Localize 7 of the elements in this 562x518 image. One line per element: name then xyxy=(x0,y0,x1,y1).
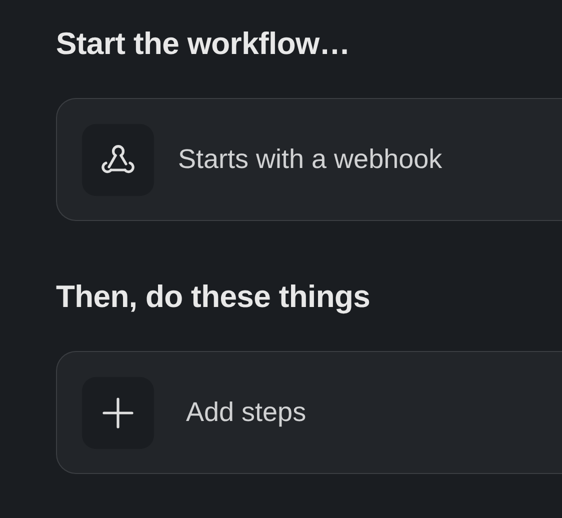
step-label: Starts with a webhook xyxy=(178,143,442,176)
step-card[interactable]: Starts with a webhook xyxy=(56,98,562,221)
section-heading: Then, do these things xyxy=(56,278,372,316)
section-heading: Start the workflow… xyxy=(56,25,351,63)
step-card[interactable]: Add steps xyxy=(56,351,562,474)
plus-icon xyxy=(101,396,135,430)
step-label: Add steps xyxy=(186,396,306,430)
